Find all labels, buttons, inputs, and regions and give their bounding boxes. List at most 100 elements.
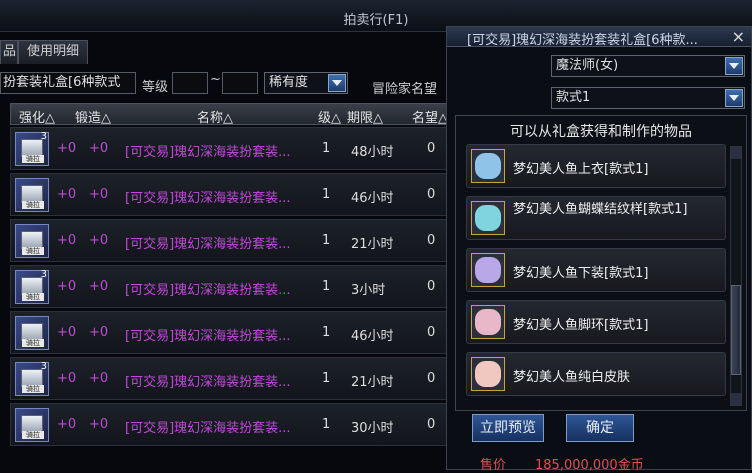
fame-value: 0 bbox=[427, 325, 436, 340]
scroll-up-icon[interactable] bbox=[731, 147, 741, 159]
item-name: [可交易]瑰幻深海装扮套装... bbox=[125, 283, 291, 298]
list-item[interactable]: 梦幻美人鱼蝴蝶结纹样[款式1] bbox=[466, 196, 726, 240]
price-label: 售价 bbox=[480, 458, 507, 473]
scrollbar[interactable] bbox=[730, 146, 742, 406]
confirm-button[interactable]: 确定 bbox=[566, 414, 634, 442]
fame-value: 0 bbox=[427, 417, 436, 432]
top-icon bbox=[471, 149, 505, 183]
item-label: 梦幻美人鱼上衣[款式1] bbox=[513, 162, 649, 177]
forge-value: +0 bbox=[89, 417, 109, 432]
table-header: 强化△ 锻造△ 名称△ 级△ 期限△ 名望△ bbox=[10, 103, 450, 126]
chevron-down-icon bbox=[725, 57, 743, 75]
auction-list: 骑拉 3 +0 +0 [可交易]瑰幻深海装扮套装... 1 48小时 0 骑拉 +… bbox=[10, 127, 450, 449]
fame-value: 0 bbox=[427, 371, 436, 386]
fame-value: 0 bbox=[427, 279, 436, 294]
item-label: 梦幻美人鱼纯白皮肤 bbox=[513, 370, 631, 385]
gift-box-icon: 骑拉 bbox=[15, 316, 49, 350]
fame-value: 0 bbox=[427, 187, 436, 202]
period-value: 3小时 bbox=[351, 283, 386, 298]
bow-icon bbox=[471, 201, 505, 235]
item-name: [可交易]瑰幻深海装扮套装... bbox=[125, 145, 291, 160]
gift-box-icon: 骑拉 3 bbox=[15, 131, 49, 166]
table-row[interactable]: 骑拉 3 +0 +0 [可交易]瑰幻深海装扮套装... 1 48小时 0 bbox=[10, 127, 450, 170]
table-row[interactable]: 骑拉 +0 +0 [可交易]瑰幻深海装扮套装... 1 30小时 0 bbox=[10, 403, 450, 446]
tab-usage-details[interactable]: 使用明细 bbox=[18, 40, 89, 64]
item-label: 梦幻美人鱼脚环[款式1] bbox=[513, 318, 649, 333]
table-row[interactable]: 骑拉 3 +0 +0 [可交易]瑰幻深海装扮套装... 1 21小时 0 bbox=[10, 357, 450, 400]
table-row[interactable]: 骑拉 +0 +0 [可交易]瑰幻深海装扮套装... 1 46小时 0 bbox=[10, 311, 450, 354]
header-fame[interactable]: 名望△ bbox=[412, 107, 448, 126]
anklet-icon bbox=[471, 305, 505, 339]
item-name: [可交易]瑰幻深海装扮套装... bbox=[125, 237, 291, 252]
forge-value: +0 bbox=[89, 187, 109, 202]
class-select[interactable]: 魔法师(女) bbox=[551, 55, 745, 77]
fame-value: 0 bbox=[427, 141, 436, 156]
period-value: 30小时 bbox=[351, 421, 394, 436]
list-item[interactable]: 梦幻美人鱼上衣[款式1] bbox=[466, 144, 726, 188]
tab-bar: 品 使用明细 bbox=[0, 40, 89, 64]
period-value: 46小时 bbox=[351, 191, 394, 206]
gift-box-icon: 骑拉 bbox=[15, 178, 49, 212]
bottom-icon bbox=[471, 253, 505, 287]
style-select-value: 款式1 bbox=[556, 90, 591, 105]
item-label: 梦幻美人鱼下装[款式1] bbox=[513, 266, 649, 281]
skin-icon bbox=[471, 357, 505, 391]
tab-items[interactable]: 品 bbox=[0, 40, 18, 64]
price-value: 185,000,000金币 bbox=[535, 458, 644, 473]
table-row[interactable]: 骑拉 +0 +0 [可交易]瑰幻深海装扮套装... 1 21小时 0 bbox=[10, 219, 450, 262]
period-value: 46小时 bbox=[351, 329, 394, 344]
table-row[interactable]: 骑拉 3 +0 +0 [可交易]瑰幻深海装扮套装... 1 3小时 0 bbox=[10, 265, 450, 308]
contents-panel: 可以从礼盒获得和制作的物品 梦幻美人鱼上衣[款式1] 梦幻美人鱼蝴蝶结纹样[款式… bbox=[455, 115, 747, 411]
strengthen-value: +0 bbox=[57, 371, 77, 386]
gift-box-icon: 骑拉 3 bbox=[15, 269, 49, 304]
popup-header: [可交易]瑰幻深海装扮套装礼盒[6种款... × bbox=[447, 27, 751, 48]
gift-box-icon: 骑拉 bbox=[15, 408, 49, 442]
item-name: [可交易]瑰幻深海装扮套装... bbox=[125, 375, 291, 390]
level-min-input[interactable] bbox=[172, 72, 208, 94]
forge-value: +0 bbox=[89, 279, 109, 294]
forge-value: +0 bbox=[89, 325, 109, 340]
level-separator: ~ bbox=[210, 72, 221, 87]
header-forge[interactable]: 锻造△ bbox=[75, 107, 111, 126]
scroll-down-icon[interactable] bbox=[731, 393, 741, 405]
list-item[interactable]: 梦幻美人鱼下装[款式1] bbox=[466, 248, 726, 292]
popup-title: [可交易]瑰幻深海装扮套装礼盒[6种款... bbox=[467, 33, 698, 48]
header-period[interactable]: 期限△ bbox=[347, 107, 383, 126]
contents-subtitle: 可以从礼盒获得和制作的物品 bbox=[510, 124, 692, 140]
level-value: 1 bbox=[322, 141, 331, 156]
level-value: 1 bbox=[322, 233, 331, 248]
level-value: 1 bbox=[322, 279, 331, 294]
style-select[interactable]: 款式1 bbox=[551, 87, 745, 109]
item-name: [可交易]瑰幻深海装扮套装... bbox=[125, 191, 291, 206]
rarity-select[interactable]: 稀有度 bbox=[264, 72, 348, 94]
level-value: 1 bbox=[322, 325, 331, 340]
strengthen-value: +0 bbox=[57, 279, 77, 294]
header-strengthen[interactable]: 强化△ bbox=[19, 107, 55, 126]
period-value: 21小时 bbox=[351, 237, 394, 252]
level-value: 1 bbox=[322, 417, 331, 432]
gift-box-icon: 骑拉 bbox=[15, 224, 49, 258]
level-value: 1 bbox=[322, 187, 331, 202]
level-max-input[interactable] bbox=[222, 72, 258, 94]
rarity-select-label: 稀有度 bbox=[269, 75, 309, 90]
chevron-down-icon bbox=[328, 74, 346, 92]
strengthen-value: +0 bbox=[57, 141, 77, 156]
period-value: 21小时 bbox=[351, 375, 394, 390]
fame-filter-label: 冒险家名望 bbox=[372, 82, 438, 97]
fame-value: 0 bbox=[427, 233, 436, 248]
header-level[interactable]: 级△ bbox=[318, 107, 341, 126]
table-row[interactable]: 骑拉 +0 +0 [可交易]瑰幻深海装扮套装... 1 46小时 0 bbox=[10, 173, 450, 216]
class-select-value: 魔法师(女) bbox=[556, 58, 619, 73]
search-input[interactable]: 扮套装礼盒[6种款式 bbox=[0, 72, 136, 94]
item-name: [可交易]瑰幻深海装扮套装... bbox=[125, 329, 291, 344]
scroll-thumb[interactable] bbox=[731, 285, 741, 375]
level-value: 1 bbox=[322, 371, 331, 386]
close-icon[interactable]: × bbox=[732, 27, 745, 46]
header-name[interactable]: 名称△ bbox=[197, 107, 233, 126]
list-item[interactable]: 梦幻美人鱼脚环[款式1] bbox=[466, 300, 726, 344]
forge-value: +0 bbox=[89, 141, 109, 156]
level-label: 等级 bbox=[142, 80, 169, 95]
strengthen-value: +0 bbox=[57, 187, 77, 202]
preview-button[interactable]: 立即预览 bbox=[472, 414, 544, 442]
list-item[interactable]: 梦幻美人鱼纯白皮肤 bbox=[466, 352, 726, 396]
